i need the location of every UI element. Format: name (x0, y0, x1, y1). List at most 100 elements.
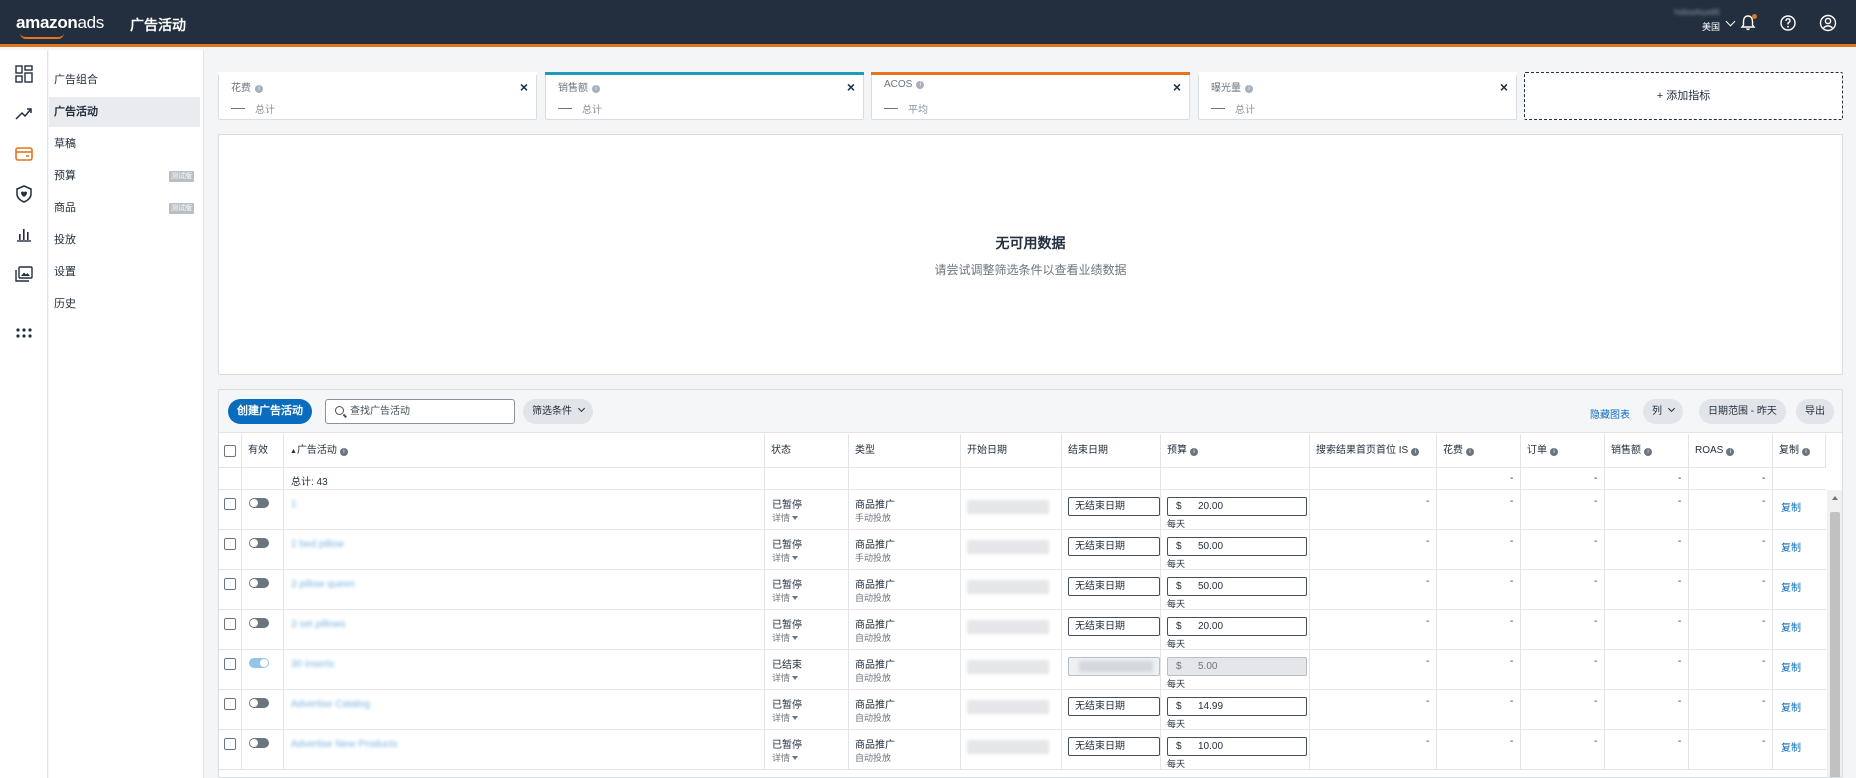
info-icon[interactable]: i (916, 81, 925, 89)
sidebar-item-drafts[interactable]: 草稿 (49, 129, 200, 159)
status-details-toggle[interactable]: 详情 (772, 711, 799, 724)
budget-input[interactable]: $14.99 (1167, 697, 1307, 716)
budget-input[interactable]: $50.00 (1167, 577, 1307, 596)
sidebar-item-campaigns[interactable]: 广告活动 (49, 97, 200, 127)
sidebar-item-targeting[interactable]: 投放 (49, 225, 200, 255)
header-sales[interactable]: 销售额 i (1605, 434, 1689, 468)
header-start-date[interactable]: 开始日期 (961, 434, 1062, 468)
scroll-up-icon[interactable] (1832, 496, 1838, 500)
copy-campaign-link[interactable]: 复制 (1781, 659, 1801, 674)
info-icon[interactable]: i (1190, 448, 1198, 456)
end-date-field[interactable]: 无结束日期 (1068, 537, 1160, 556)
header-active[interactable]: 有效 (242, 434, 284, 468)
end-date-field[interactable]: 无结束日期 (1068, 697, 1160, 716)
amazon-ads-logo[interactable]: amazonads (16, 13, 104, 39)
search-input[interactable] (350, 403, 510, 420)
status-details-toggle[interactable]: 详情 (772, 551, 799, 564)
status-details-toggle[interactable]: 详情 (772, 671, 799, 684)
header-budget[interactable]: 预算 i (1161, 434, 1310, 468)
user-avatar-icon[interactable] (1818, 13, 1838, 33)
metric-card-spend[interactable]: 花费 i 总计 × (218, 72, 537, 120)
metric-card-acos[interactable]: ACOS i 平均 × (871, 72, 1190, 120)
campaign-search[interactable] (325, 399, 515, 424)
header-type[interactable]: 类型 (849, 434, 961, 468)
end-date-field[interactable]: 无结束日期 (1068, 497, 1160, 516)
campaign-active-toggle[interactable] (249, 498, 269, 508)
campaign-active-toggle[interactable] (249, 618, 269, 628)
sidebar-item-budgets[interactable]: 预算 测试版 (49, 161, 200, 191)
close-icon[interactable]: × (1500, 79, 1508, 95)
status-details-toggle[interactable]: 详情 (772, 511, 799, 524)
apps-grid-icon[interactable] (14, 324, 34, 344)
campaign-name-link[interactable]: 3 set pillows (291, 619, 345, 630)
sidebar-item-settings[interactable]: 设置 (49, 257, 200, 287)
info-icon[interactable]: i (1411, 448, 1420, 456)
header-orders[interactable]: 订单 i (1521, 434, 1605, 468)
sidebar-item-products[interactable]: 商品 测试版 (49, 193, 200, 223)
campaign-name-link[interactable]: 3 pillow queen (291, 579, 355, 590)
info-icon[interactable]: i (1550, 448, 1558, 456)
info-icon[interactable]: i (1802, 448, 1810, 456)
status-details-toggle[interactable]: 详情 (772, 591, 799, 604)
close-icon[interactable]: × (520, 79, 528, 95)
table-row[interactable]: 1 已暂停 详情 商品推广 手动投放 无结束日期 $20.00 每天 - - - - - 复制 (219, 490, 1826, 530)
header-status[interactable]: 状态 (765, 434, 849, 468)
brand-shield-icon[interactable] (14, 184, 34, 204)
create-campaign-button[interactable]: 创建广告活动 (228, 399, 312, 424)
dashboard-icon[interactable] (14, 64, 34, 84)
campaign-active-toggle[interactable] (249, 698, 269, 708)
close-icon[interactable]: × (847, 79, 855, 95)
campaign-active-toggle[interactable] (249, 538, 269, 548)
campaign-manager-icon[interactable] (14, 144, 34, 164)
table-row[interactable]: Advertise Catalog 已暂停 详情 商品推广 自动投放 无结束日期 $14.9… (219, 690, 1826, 730)
header-spend[interactable]: 花费 i (1437, 434, 1521, 468)
end-date-field[interactable]: 无结束日期 (1068, 737, 1160, 756)
help-icon[interactable] (1778, 13, 1798, 33)
row-checkbox[interactable] (224, 658, 236, 670)
end-date-field[interactable]: 无结束日期 (1068, 577, 1160, 596)
filter-button[interactable]: 筛选条件 (523, 399, 593, 424)
end-date-field[interactable]: 无结束日期 (1068, 617, 1160, 636)
table-row[interactable]: 3 set pillows 已暂停 详情 商品推广 自动投放 无结束日期 $20.00 每天 -… (219, 610, 1826, 650)
campaign-name-link[interactable]: 1 (291, 499, 297, 510)
info-icon[interactable]: i (339, 448, 348, 456)
export-button[interactable]: 导出 (1796, 399, 1834, 424)
table-scrollbar[interactable] (1827, 490, 1842, 777)
header-campaign[interactable]: ▲广告活动 i (284, 434, 765, 468)
row-checkbox[interactable] (224, 618, 236, 630)
row-checkbox[interactable] (224, 578, 236, 590)
budget-input[interactable]: $20.00 (1167, 497, 1307, 516)
media-icon[interactable] (14, 264, 34, 284)
copy-campaign-link[interactable]: 复制 (1781, 739, 1801, 754)
copy-campaign-link[interactable]: 复制 (1781, 699, 1801, 714)
campaign-active-toggle[interactable] (249, 658, 269, 668)
hide-chart-link[interactable]: 隐藏图表 (1590, 406, 1630, 421)
bell-icon[interactable] (1738, 13, 1758, 33)
metric-card-impressions[interactable]: 曝光量 i 总计 × (1198, 72, 1517, 120)
row-checkbox[interactable] (224, 498, 236, 510)
info-icon[interactable]: i (592, 85, 600, 93)
budget-input[interactable]: $10.00 (1167, 737, 1307, 756)
close-icon[interactable]: × (1173, 79, 1181, 95)
table-row[interactable]: Advertise New Products 已暂停 详情 商品推广 自动投放 无结束日期… (219, 730, 1826, 770)
header-roas[interactable]: ROAS i (1689, 434, 1773, 468)
status-details-toggle[interactable]: 详情 (772, 631, 799, 644)
header-top-of-search-is[interactable]: 搜索结果首页首位 IS i (1310, 434, 1437, 468)
sidebar-item-portfolios[interactable]: 广告组合 (49, 65, 200, 95)
campaign-active-toggle[interactable] (249, 578, 269, 588)
info-icon[interactable]: i (1726, 448, 1735, 456)
reports-icon[interactable] (14, 224, 34, 244)
scrollbar-thumb[interactable] (1830, 512, 1840, 777)
add-metric-button[interactable]: + 添加指标 (1524, 72, 1843, 120)
budget-input[interactable]: $20.00 (1167, 617, 1307, 636)
budget-input[interactable]: $50.00 (1167, 537, 1307, 556)
header-select-all[interactable] (219, 434, 242, 468)
campaign-active-toggle[interactable] (249, 738, 269, 748)
row-checkbox[interactable] (224, 538, 236, 550)
table-row[interactable]: 2 bed pillow 已暂停 详情 商品推广 手动投放 无结束日期 $50.00 每天 - -… (219, 530, 1826, 570)
campaign-name-link[interactable]: 30 inserts (291, 659, 334, 670)
date-range-button[interactable]: 日期范围 - 昨天 (1699, 399, 1786, 424)
table-row[interactable]: 30 inserts 已结束 详情 商品推广 自动投放 $5.00 每天 - - - - - 复制 (219, 650, 1826, 690)
campaign-name-link[interactable]: Advertise Catalog (291, 699, 370, 710)
sidebar-item-history[interactable]: 历史 (49, 289, 200, 319)
